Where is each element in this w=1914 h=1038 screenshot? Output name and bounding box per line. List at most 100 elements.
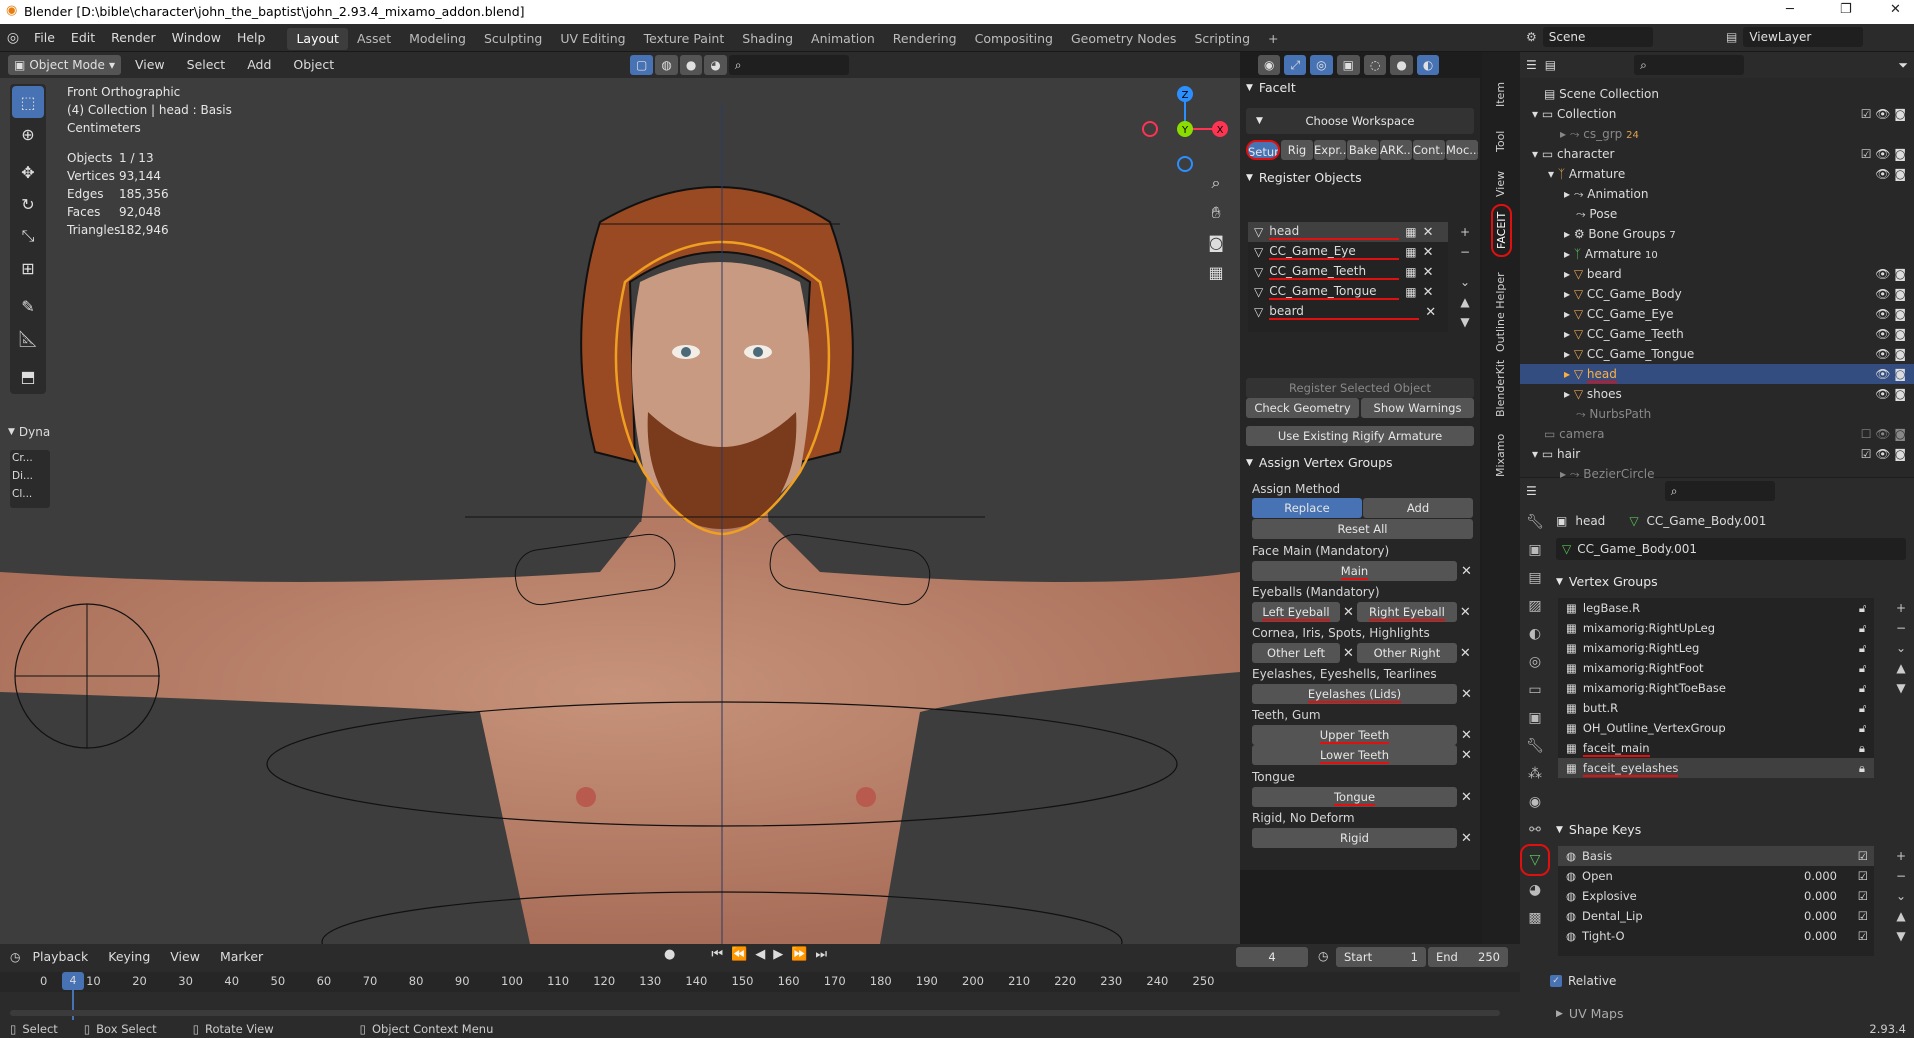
remove-icon[interactable]: ✕ (1423, 225, 1434, 240)
play-reverse-icon[interactable]: ◀ (755, 947, 765, 962)
list-item[interactable]: ▦ faceit_main 🔒︎ (1558, 738, 1874, 758)
list-item[interactable]: ▦ mixamorig:RightUpLeg 🔓︎ (1558, 618, 1874, 638)
reset-all-button[interactable]: Reset All (1252, 519, 1473, 539)
tab-control[interactable]: Cont... (1413, 140, 1445, 160)
menu-view[interactable]: View (127, 54, 173, 76)
display-mode-icon[interactable]: ▤ (1545, 58, 1556, 72)
list-item[interactable]: ▽ CC_Game_Teeth ▦ ✕ (1248, 262, 1448, 282)
lock-icon[interactable]: 🔓︎ (1859, 601, 1866, 616)
tongue-button[interactable]: Tongue (1333, 790, 1376, 806)
outliner-item[interactable]: ▸ ⚙ Bone Groups 7 (1520, 224, 1914, 244)
transform-icon[interactable]: ⊞ (12, 252, 44, 284)
navigation-gizmo[interactable]: Z X Y (1140, 84, 1230, 174)
tab-shading[interactable]: Shading (733, 28, 802, 50)
lock-icon[interactable]: 🔓︎ (1859, 641, 1866, 656)
mesh-data-selector[interactable]: ▽ CC_Game_Body.001 (1556, 538, 1906, 560)
grid-icon[interactable]: ▦ (1202, 258, 1230, 288)
relative-checkbox[interactable]: ✓ Relative (1550, 974, 1616, 988)
end-frame-field[interactable]: End 250 (1428, 947, 1508, 967)
outliner-item[interactable]: ⤳ Pose (1520, 204, 1914, 224)
checkbox-icon[interactable]: ☑ (1858, 849, 1868, 863)
maximize-icon[interactable]: ❐ (1840, 2, 1852, 17)
pan-hand-icon[interactable]: ✋︎ (1202, 198, 1230, 228)
outliner-item[interactable]: ▾ ▭ hair ☑ 👁︎ ◙ (1520, 444, 1914, 464)
remove-icon[interactable]: ✕ (1343, 646, 1354, 661)
dyna-create-button[interactable]: Cr... (12, 452, 48, 470)
move-up-icon[interactable]: ▲ (1456, 292, 1474, 312)
add-icon[interactable]: + (1456, 222, 1474, 242)
menu-select[interactable]: Select (179, 54, 234, 76)
checkbox-icon[interactable]: ☑ (1858, 889, 1868, 903)
add-icon[interactable]: + (1892, 598, 1910, 618)
texture-icon[interactable]: ▩ (1520, 904, 1550, 932)
lock-icon[interactable]: 🔓︎ (1859, 621, 1866, 636)
remove-icon[interactable]: ✕ (1343, 605, 1354, 620)
vertex-groups-header[interactable]: ▼ Vertex Groups (1556, 574, 1658, 589)
move-up-icon[interactable]: ▲ (1892, 906, 1910, 926)
outliner-item[interactable]: ▸ ⤳ cs_grp 24 (1520, 124, 1914, 144)
lower-teeth-button[interactable]: Lower Teeth (1319, 748, 1390, 764)
list-item[interactable]: ◍ Open 0.000 ☑ (1558, 866, 1874, 886)
tab-blenderkit[interactable]: BlenderKit (1494, 360, 1507, 417)
outliner-item[interactable]: ▸ ▽ CC_Game_Tongue 👁︎ ◙ (1520, 344, 1914, 364)
outliner-item[interactable]: ⤳ NurbsPath (1520, 404, 1914, 424)
uv-maps-header[interactable]: ▶ UV Maps (1556, 1006, 1624, 1021)
register-selected-button[interactable]: Register Selected Object (1246, 378, 1474, 398)
viewport-search-input[interactable]: ⌕ (728, 55, 849, 75)
render-icon[interactable]: ▣ (1520, 536, 1550, 564)
remove-icon[interactable]: ✕ (1461, 790, 1472, 805)
visibility-icon[interactable]: ☑ 👁︎ ◙ (1861, 444, 1906, 464)
checkbox-icon[interactable]: ☑ (1858, 909, 1868, 923)
outliner-item-selected[interactable]: ▸ ▽ head 👁︎ ◙ (1520, 364, 1914, 384)
list-item[interactable]: ▦ mixamorig:RightLeg 🔓︎ (1558, 638, 1874, 658)
measure-icon[interactable]: 📐︎ (12, 322, 44, 354)
other-right-button[interactable]: Other Right (1356, 643, 1457, 663)
shading-wire-icon[interactable]: ◌ (1363, 55, 1387, 75)
scene-field[interactable]: Scene (1542, 27, 1653, 47)
collection-icon[interactable]: ▭ (1520, 676, 1550, 704)
main-button[interactable]: Main (1340, 564, 1369, 580)
remove-icon[interactable]: ✕ (1460, 646, 1471, 661)
blender-menu-icon[interactable]: ◎ (0, 30, 26, 46)
list-item[interactable]: ▽ CC_Game_Tongue ▦ ✕ (1248, 282, 1448, 302)
remove-icon[interactable]: ✕ (1425, 305, 1436, 320)
list-item[interactable]: ▦ mixamorig:RightFoot 🔓︎ (1558, 658, 1874, 678)
menu-render[interactable]: Render (103, 24, 164, 52)
visibility-icon[interactable]: ◉ (1258, 55, 1281, 75)
tab-geometry-nodes[interactable]: Geometry Nodes (1062, 28, 1185, 50)
shape-keys-header[interactable]: ▼ Shape Keys (1556, 822, 1641, 837)
annotate-icon[interactable]: ✎ (12, 290, 44, 322)
lock-icon[interactable]: 🔓︎ (1859, 701, 1866, 716)
output-icon[interactable]: ▤ (1520, 564, 1550, 592)
solid-icon[interactable]: ● (679, 55, 703, 75)
outliner-item[interactable]: ▾ ▭ Collection ☑ 👁︎ ◙ (1520, 104, 1914, 124)
close-icon[interactable]: ✕ (1890, 2, 1901, 17)
checkbox-icon[interactable]: ☑ (1858, 869, 1868, 883)
viewlayer-field[interactable]: ViewLayer (1743, 27, 1864, 47)
remove-icon[interactable]: ✕ (1461, 687, 1472, 702)
outliner-item[interactable]: ▭ camera ☐ 👁︎ ◙ (1520, 424, 1914, 444)
tab-texture-paint[interactable]: Texture Paint (635, 28, 734, 50)
xray-icon[interactable]: ▣ (1336, 55, 1360, 75)
camera-icon[interactable]: ◙ (1202, 228, 1230, 258)
outliner-item[interactable]: ▸ ▽ CC_Game_Teeth 👁︎ ◙ (1520, 324, 1914, 344)
menu-edit[interactable]: Edit (63, 24, 103, 52)
list-item[interactable]: ▽ beard ✕ (1248, 302, 1448, 322)
material-icon[interactable]: ◕ (704, 55, 727, 75)
tab-expressions[interactable]: Expr... (1314, 140, 1346, 160)
tab-item[interactable]: Item (1494, 82, 1507, 107)
tab-setup[interactable]: Setup (1246, 140, 1280, 160)
modifier-icon[interactable]: 🔧︎ (1520, 732, 1550, 760)
tab-bake[interactable]: Bake (1347, 140, 1379, 160)
visibility-icon[interactable]: 👁︎ ◙ (1875, 344, 1906, 364)
list-item-selected[interactable]: ◍ Basis ☑ (1558, 846, 1874, 866)
visibility-icon[interactable]: 👁︎ ◙ (1875, 384, 1906, 404)
jump-end-icon[interactable]: ⏭ (815, 947, 827, 962)
dyna-clear-button[interactable]: Cl... (12, 488, 48, 506)
tab-sculpting[interactable]: Sculpting (475, 28, 551, 50)
select-mode-icon[interactable]: ▢ (630, 55, 654, 75)
rotate-icon[interactable]: ↻ (12, 188, 44, 220)
outliner-item[interactable]: ▸ ▽ beard 👁︎ ◙ (1520, 264, 1914, 284)
remove-icon[interactable]: ✕ (1461, 831, 1472, 846)
tab-outline-helper[interactable]: Outline Helper (1494, 272, 1507, 352)
